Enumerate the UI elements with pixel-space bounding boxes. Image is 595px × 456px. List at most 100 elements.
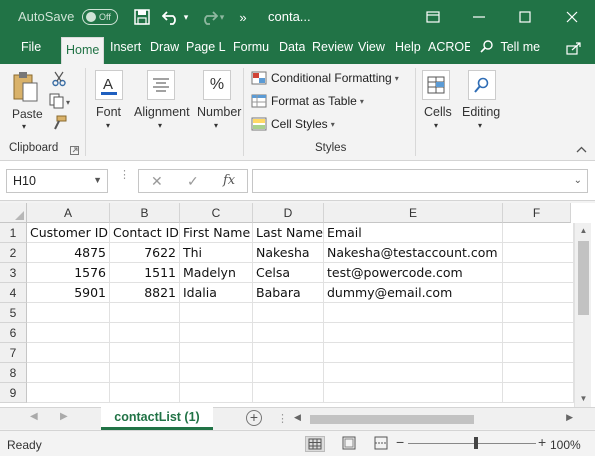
row-header[interactable]: 3 [0,263,27,283]
column-header-c[interactable]: C [180,203,253,223]
next-sheet-icon[interactable]: ▶ [60,411,68,422]
scroll-right-icon[interactable]: ▶ [566,412,573,423]
number-format-icon[interactable]: % [203,70,231,100]
redo-dropdown-icon[interactable]: ▾ [216,6,228,28]
table-cell[interactable]: 7622 [110,243,180,263]
table-cell[interactable]: 8821 [110,283,180,303]
table-cell[interactable]: Celsa [253,263,324,283]
table-cell[interactable] [253,383,324,403]
tab-file[interactable]: File [21,40,41,54]
column-title-cell[interactable]: Last Name [253,223,324,243]
table-cell[interactable] [180,323,253,343]
table-cell[interactable] [324,383,503,403]
tab-insert[interactable]: Insert [110,40,141,54]
table-cell[interactable] [503,243,574,263]
table-cell[interactable]: test@powercode.com [324,263,503,283]
table-cell[interactable] [503,283,574,303]
scroll-thumb[interactable] [578,241,589,315]
table-cell[interactable]: Babara [253,283,324,303]
column-title-cell[interactable]: Contact ID [110,223,180,243]
chevron-down-icon[interactable]: ▼ [93,175,102,185]
tell-me-search[interactable]: Tell me [480,40,540,54]
tab-home[interactable]: Home [61,37,105,64]
paste-icon[interactable] [10,70,40,104]
collapse-ribbon-icon[interactable] [574,143,588,155]
enter-icon[interactable]: ✓ [187,173,199,190]
paste-dropdown-icon[interactable]: ▾ [22,122,26,131]
zoom-out-icon[interactable]: − [396,434,404,450]
zoom-in-icon[interactable]: + [538,434,546,450]
table-cell[interactable] [324,363,503,383]
ribbon-display-options-icon[interactable] [410,0,456,34]
column-header-e[interactable]: E [324,203,503,223]
table-cell[interactable] [503,343,574,363]
close-icon[interactable] [549,0,595,34]
table-cell[interactable] [324,343,503,363]
horizontal-scrollbar[interactable]: ◀ ▶ [292,412,575,426]
table-cell[interactable] [503,363,574,383]
zoom-slider[interactable] [408,443,536,444]
normal-view-icon[interactable] [305,436,325,452]
expand-formula-bar-icon[interactable]: ⌄ [574,175,582,186]
table-cell[interactable] [253,363,324,383]
share-icon[interactable] [566,41,582,58]
table-cell[interactable] [253,323,324,343]
tab-view[interactable]: View [358,40,385,54]
table-cell[interactable] [503,303,574,323]
save-icon[interactable] [131,6,153,28]
undo-dropdown-icon[interactable]: ▾ [180,6,192,28]
row-header[interactable]: 8 [0,363,27,383]
cell-styles-button[interactable]: Cell Styles ▾ [251,117,335,131]
editing-dropdown-icon[interactable]: ▾ [478,121,482,130]
table-cell[interactable] [110,343,180,363]
table-cell[interactable] [27,323,110,343]
format-painter-icon[interactable] [50,114,68,132]
table-cell[interactable]: 5901 [27,283,110,303]
table-cell[interactable]: Idalia [180,283,253,303]
table-cell[interactable] [110,383,180,403]
scroll-up-icon[interactable]: ▲ [575,223,592,239]
tab-page-layout[interactable]: Page La [186,40,226,54]
table-cell[interactable] [27,383,110,403]
scroll-down-icon[interactable]: ▼ [575,391,592,407]
table-cell[interactable]: 1511 [110,263,180,283]
page-layout-view-icon[interactable] [340,436,360,452]
zoom-level[interactable]: 100% [550,438,581,452]
format-as-table-button[interactable]: Format as Table ▾ [251,94,364,108]
insert-function-button[interactable]: fx [223,173,235,188]
font-dropdown-icon[interactable]: ▾ [106,121,110,130]
editing-group-button[interactable]: Editing [462,105,500,119]
table-cell[interactable]: 1576 [27,263,110,283]
tab-data[interactable]: Data [279,40,305,54]
column-header-d[interactable]: D [253,203,324,223]
table-cell[interactable] [110,303,180,323]
table-cell[interactable]: Madelyn [180,263,253,283]
table-cell[interactable] [180,363,253,383]
table-cell[interactable] [180,343,253,363]
tab-review[interactable]: Review [312,40,353,54]
sheet-tab-active[interactable]: contactList (1) [101,407,213,430]
font-group-button[interactable]: Font [96,105,121,119]
font-icon[interactable]: A [95,70,123,100]
table-cell[interactable] [27,363,110,383]
table-cell[interactable]: Thi [180,243,253,263]
table-cell[interactable] [110,323,180,343]
column-header-a[interactable]: A [27,203,110,223]
table-cell[interactable]: 4875 [27,243,110,263]
column-title-cell[interactable]: First Name [180,223,253,243]
row-header[interactable]: 9 [0,383,27,403]
scroll-left-icon[interactable]: ◀ [294,412,301,423]
tab-help[interactable]: Help [395,40,421,54]
row-header[interactable]: 6 [0,323,27,343]
minimize-icon[interactable] [456,0,502,34]
resize-handle-icon[interactable]: ⋮ [119,170,130,190]
table-cell[interactable] [503,263,574,283]
autosave-toggle[interactable]: Off [82,9,118,25]
vertical-scrollbar[interactable]: ▲ ▼ [574,223,591,407]
table-cell[interactable] [110,363,180,383]
table-cell[interactable] [253,343,324,363]
alignment-icon[interactable] [147,70,175,100]
maximize-icon[interactable] [502,0,548,34]
tab-split-handle-icon[interactable]: ⋮ [277,412,288,425]
zoom-slider-thumb[interactable] [474,437,478,449]
